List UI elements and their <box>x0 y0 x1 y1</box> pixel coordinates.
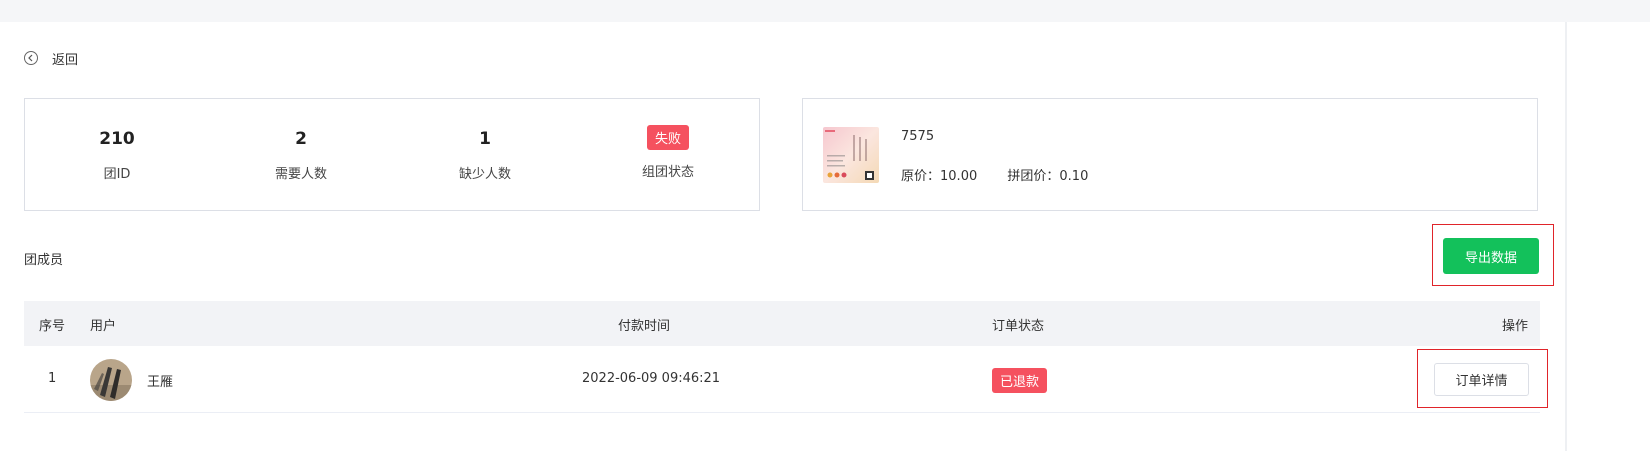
product-prices: 原价：10.00 拼团价：0.10 <box>901 165 1088 184</box>
row-index: 1 <box>48 371 57 386</box>
group-price-label: 拼团价： <box>1007 169 1060 184</box>
export-data-button[interactable]: 导出数据 <box>1443 238 1539 274</box>
required-count-label: 需要人数 <box>274 167 327 182</box>
table-row: 1 王雁 2022-06-09 09:46:21 已退款 <box>24 347 1540 413</box>
group-price: 拼团价：0.10 <box>1007 169 1088 184</box>
header-index: 序号 <box>39 319 66 334</box>
header-order-status: 订单状态 <box>992 319 1045 334</box>
required-count-value: 2 <box>295 129 307 149</box>
chevron-left-icon <box>24 51 38 65</box>
row-user-name: 王雁 <box>147 375 174 390</box>
right-edge-divider <box>1565 22 1567 451</box>
missing-count-value: 1 <box>479 129 491 149</box>
top-bar <box>0 0 1650 22</box>
header-action: 操作 <box>1502 319 1529 334</box>
original-price-label: 原价： <box>901 169 941 184</box>
row-pay-time: 2022-06-09 09:46:21 <box>582 371 721 386</box>
back-label: 返回 <box>52 52 79 68</box>
status-badge: 失败 <box>646 125 689 150</box>
product-name: 7575 <box>901 129 935 144</box>
group-id-label: 团ID <box>103 167 131 182</box>
members-section-title: 团成员 <box>24 253 64 268</box>
product-card: 7575 原价：10.00 拼团价：0.10 <box>802 98 1538 211</box>
missing-count-label: 缺少人数 <box>458 167 511 182</box>
group-id-value: 210 <box>99 129 135 149</box>
table-header: 序号 用户 付款时间 订单状态 操作 <box>24 301 1540 346</box>
order-detail-button[interactable]: 订单详情 <box>1434 363 1529 396</box>
avatar <box>90 359 132 401</box>
original-price: 原价：10.00 <box>901 169 977 184</box>
group-status-label: 组团状态 <box>641 165 694 180</box>
original-price-value: 10.00 <box>940 169 978 184</box>
product-thumbnail[interactable] <box>823 127 879 183</box>
header-user: 用户 <box>90 319 117 334</box>
order-status-badge: 已退款 <box>992 368 1048 393</box>
back-link[interactable]: 返回 <box>24 48 78 68</box>
header-pay-time: 付款时间 <box>618 319 671 334</box>
group-summary-card: 210 团ID 2 需要人数 1 缺少人数 失败 组团状态 <box>24 98 760 211</box>
group-price-value: 0.10 <box>1059 169 1089 184</box>
